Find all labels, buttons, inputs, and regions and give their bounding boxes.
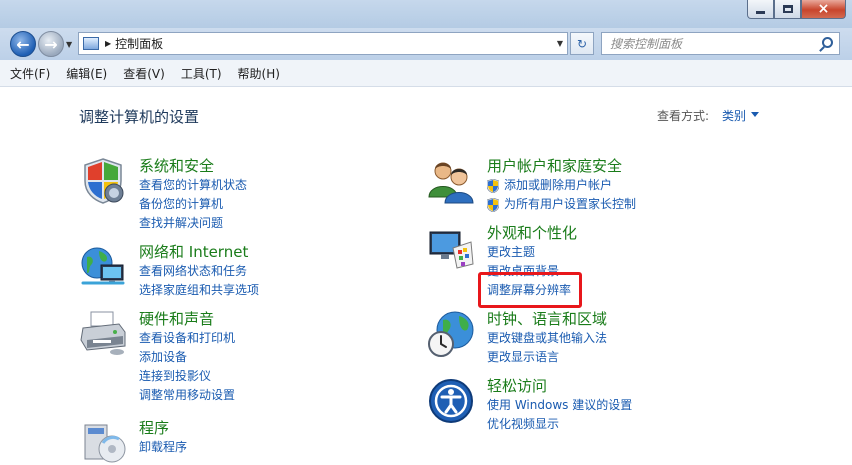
link-view-network-status[interactable]: 查看网络状态和任务 [139,262,259,281]
back-button[interactable]: ← [10,31,36,57]
maximize-button[interactable] [774,0,801,19]
recent-pages-dropdown[interactable]: ▼ [66,40,72,49]
link-add-remove-accounts-label: 添加或删除用户帐户 [504,178,613,192]
link-add-device[interactable]: 添加设备 [139,348,235,367]
users-icon[interactable] [427,157,475,205]
category-title-system-security[interactable]: 系统和安全 [139,157,247,176]
menu-file[interactable]: 文件(F) [10,65,50,82]
category-title-ease-of-access[interactable]: 轻松访问 [487,377,632,396]
minimize-button[interactable] [747,0,774,19]
link-view-computer-status[interactable]: 查看您的计算机状态 [139,176,247,195]
window-controls: × [747,0,846,20]
title-bar: × [0,0,852,28]
refresh-button[interactable]: ↻ [570,32,594,55]
category-title-clock-language-region[interactable]: 时钟、语言和区域 [487,310,607,329]
navigation-bar: ← → ▼ ▶ 控制面板 ▼ ↻ [0,28,852,60]
link-connect-projector[interactable]: 连接到投影仪 [139,367,235,386]
category-title-hardware-sound[interactable]: 硬件和声音 [139,310,235,329]
forward-arrow-icon: → [44,34,58,54]
category-title-programs[interactable]: 程序 [139,419,187,438]
highlight-annotation [478,272,582,308]
programs-icon[interactable] [79,419,127,465]
category-title-user-accounts[interactable]: 用户帐户和家庭安全 [487,157,636,176]
address-dropdown-icon[interactable]: ▼ [557,39,563,48]
close-icon: × [817,1,830,17]
close-button[interactable]: × [801,0,846,19]
view-by-label: 查看方式: [657,109,710,123]
search-input[interactable] [610,36,820,51]
page-title: 调整计算机的设置 [79,108,200,126]
link-change-theme[interactable]: 更改主题 [487,243,577,262]
back-arrow-icon: ← [16,34,30,54]
link-homegroup-sharing[interactable]: 选择家庭组和共享选项 [139,281,259,300]
monitor-palette-icon[interactable] [427,224,475,272]
category-title-network-internet[interactable]: 网络和 Internet [139,243,259,262]
link-parental-controls[interactable]: 为所有用户设置家长控制 [487,195,636,214]
menu-view[interactable]: 查看(V) [123,65,165,82]
breadcrumb-separator-icon[interactable]: ▶ [105,39,111,48]
shield-icon[interactable] [79,157,127,205]
menu-help[interactable]: 帮助(H) [238,65,280,82]
menu-edit[interactable]: 编辑(E) [66,65,107,82]
link-backup-computer[interactable]: 备份您的计算机 [139,195,247,214]
ease-of-access-icon[interactable] [427,377,475,425]
breadcrumb-control-panel[interactable]: 控制面板 [115,35,163,52]
link-mobility-settings[interactable]: 调整常用移动设置 [139,386,235,405]
globe-clock-icon[interactable] [427,310,475,358]
address-bar[interactable]: ▶ 控制面板 ▼ [78,32,568,55]
search-box[interactable] [601,32,840,55]
link-find-fix-problems[interactable]: 查找并解决问题 [139,214,247,233]
uac-shield-icon [487,178,499,193]
control-panel-icon [83,37,99,50]
link-view-devices-printers[interactable]: 查看设备和打印机 [139,329,235,348]
forward-button[interactable]: → [38,31,64,57]
refresh-icon: ↻ [576,36,588,51]
menu-bar: 文件(F) 编辑(E) 查看(V) 工具(T) 帮助(H) [0,60,852,87]
link-uninstall-program[interactable]: 卸载程序 [139,438,187,457]
link-optimize-visual-display[interactable]: 优化视频显示 [487,415,632,434]
link-parental-controls-label: 为所有用户设置家长控制 [504,197,637,211]
category-title-appearance[interactable]: 外观和个性化 [487,224,577,243]
uac-shield-icon [487,197,499,212]
minimize-icon [756,10,765,14]
menu-tools[interactable]: 工具(T) [181,65,222,82]
network-icon[interactable] [79,243,127,291]
view-by-dropdown[interactable]: 类别 [722,107,746,124]
view-by-caret-icon[interactable] [751,112,759,117]
printer-icon[interactable] [79,310,127,358]
maximize-icon [782,5,793,13]
link-change-keyboards[interactable]: 更改键盘或其他输入法 [487,329,607,348]
link-add-remove-accounts[interactable]: 添加或删除用户帐户 [487,176,636,195]
link-windows-recommended-settings[interactable]: 使用 Windows 建议的设置 [487,396,632,415]
link-change-display-language[interactable]: 更改显示语言 [487,348,607,367]
search-icon[interactable] [822,37,833,48]
